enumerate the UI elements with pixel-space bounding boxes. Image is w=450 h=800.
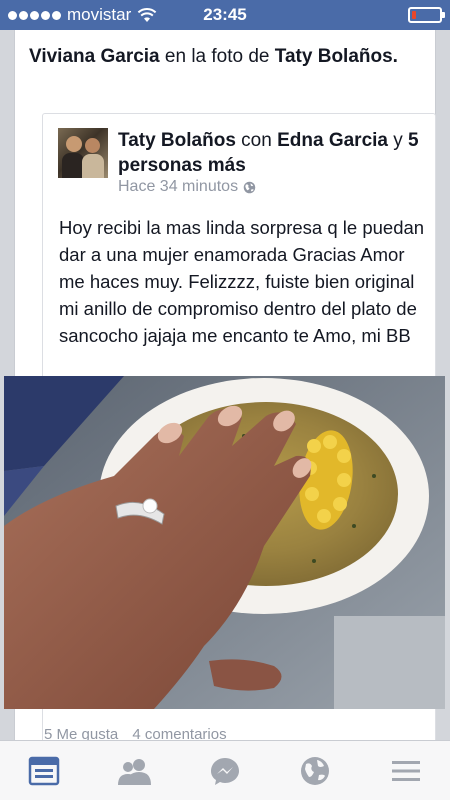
and-word: y bbox=[393, 130, 403, 151]
tab-notifications[interactable] bbox=[295, 753, 335, 789]
story-header: Viviana Garcia en la foto de Taty Bolaño… bbox=[29, 44, 423, 69]
messenger-icon bbox=[211, 758, 239, 785]
news-feed-icon bbox=[28, 756, 60, 786]
author-link[interactable]: Taty Bolaños bbox=[118, 130, 236, 151]
menu-icon bbox=[392, 761, 420, 781]
tab-messenger[interactable] bbox=[205, 753, 245, 789]
story-owner-link[interactable]: Taty Bolaños. bbox=[275, 46, 398, 67]
friend-requests-icon bbox=[118, 759, 151, 785]
post-header: Taty Bolaños con Edna Garcia y 5 persona… bbox=[118, 128, 428, 178]
story-middle-text: en la foto de bbox=[164, 46, 270, 67]
tab-news-feed[interactable] bbox=[24, 753, 64, 789]
avatar[interactable] bbox=[58, 128, 108, 178]
clock: 23:45 bbox=[203, 5, 247, 24]
story-actor-link[interactable]: Viviana Garcia bbox=[29, 46, 160, 67]
post-photo[interactable] bbox=[4, 376, 445, 709]
with-word: con bbox=[241, 130, 272, 151]
post-body: Hoy recibi la mas linda sorpresa q le pu… bbox=[59, 217, 425, 346]
tab-friend-requests[interactable] bbox=[114, 753, 154, 789]
tab-menu[interactable] bbox=[386, 753, 426, 789]
time-ago: Hace 34 minutos bbox=[118, 178, 239, 195]
photo-illustration bbox=[4, 376, 445, 709]
notifications-globe-icon bbox=[301, 757, 329, 785]
globe-icon bbox=[243, 181, 256, 193]
status-bar: movistar 23:45 bbox=[0, 0, 450, 30]
post-timestamp[interactable]: Hace 34 minutos bbox=[118, 178, 256, 196]
tagged-person-link[interactable]: Edna Garcia bbox=[277, 130, 388, 151]
battery-icon bbox=[408, 7, 445, 23]
tab-bar bbox=[0, 740, 450, 800]
